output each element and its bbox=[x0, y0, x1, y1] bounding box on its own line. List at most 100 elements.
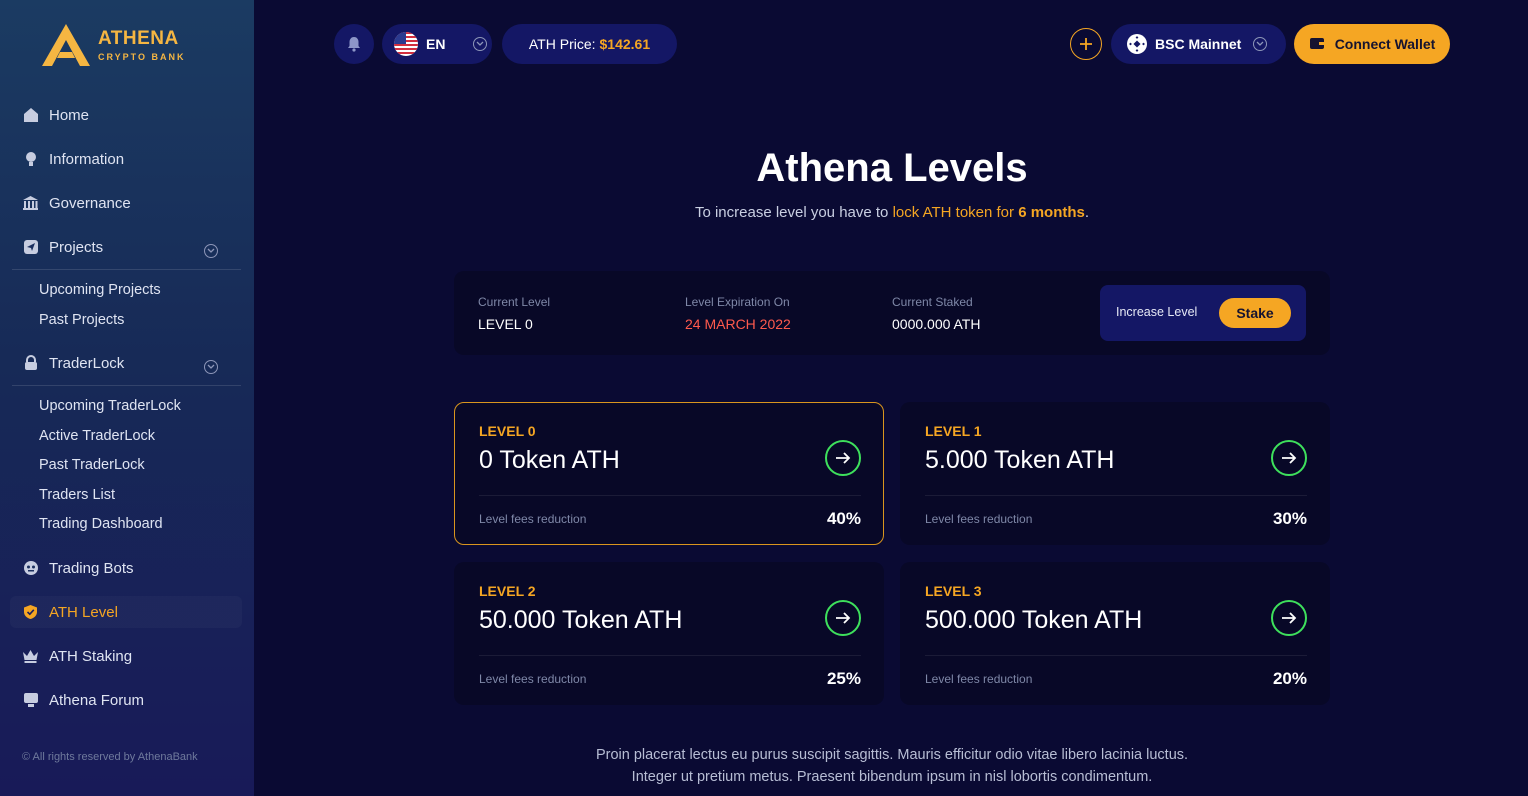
sidebar-item-label: Home bbox=[49, 106, 90, 124]
divider bbox=[479, 655, 861, 656]
page-description: Proin placerat lectus eu purus suscipit … bbox=[454, 744, 1330, 788]
add-token-button[interactable] bbox=[1070, 28, 1102, 60]
sidebar: ATHENA CRYPTO BANK Home Information Gove… bbox=[0, 0, 254, 796]
level-token-amount: 0 Token ATH bbox=[479, 446, 620, 474]
level-name: LEVEL 0 bbox=[479, 423, 536, 439]
level-token-amount: 50.000 Token ATH bbox=[479, 606, 683, 634]
robot-icon bbox=[22, 560, 39, 577]
level-card-0[interactable]: LEVEL 0 0 Token ATH Level fees reduction… bbox=[454, 402, 884, 545]
sidebar-subitem-trading-dashboard[interactable]: Trading Dashboard bbox=[39, 516, 163, 532]
sidebar-item-label: Athena Forum bbox=[49, 691, 145, 709]
lock-icon bbox=[22, 355, 39, 372]
sidebar-item-information[interactable]: Information bbox=[22, 146, 124, 172]
page-title: Athena Levels bbox=[756, 146, 1028, 190]
sidebar-item-governance[interactable]: Governance bbox=[22, 190, 131, 216]
athena-logo-icon bbox=[42, 24, 90, 66]
brand-logo[interactable]: ATHENA CRYPTO BANK bbox=[40, 22, 190, 68]
language-selector[interactable]: EN bbox=[382, 24, 492, 64]
plus-icon bbox=[1080, 38, 1092, 50]
sidebar-subitem-upcoming-traderlock[interactable]: Upcoming TraderLock bbox=[39, 398, 181, 414]
current-level-value: LEVEL 0 bbox=[478, 316, 533, 332]
sidebar-item-trading-bots[interactable]: Trading Bots bbox=[22, 555, 134, 581]
sidebar-item-label: ATH Staking bbox=[49, 647, 133, 665]
wallet-icon bbox=[1309, 36, 1325, 53]
binance-icon bbox=[1127, 34, 1147, 54]
bank-icon bbox=[22, 195, 39, 212]
sidebar-item-home[interactable]: Home bbox=[22, 102, 89, 128]
crown-icon bbox=[22, 648, 39, 665]
fees-value: 30% bbox=[1272, 509, 1307, 528]
level-card-1[interactable]: LEVEL 1 5.000 Token ATH Level fees reduc… bbox=[900, 402, 1330, 545]
level-status-card: Current Level LEVEL 0 Level Expiration O… bbox=[454, 271, 1330, 355]
sidebar-subitem-upcoming-projects[interactable]: Upcoming Projects bbox=[39, 282, 161, 298]
brand-tagline: CRYPTO BANK bbox=[98, 52, 186, 62]
brand-name: ATHENA bbox=[98, 28, 179, 49]
sidebar-item-label: Governance bbox=[49, 194, 131, 212]
connect-wallet-label: Connect Wallet bbox=[1334, 36, 1436, 52]
divider bbox=[925, 495, 1307, 496]
sidebar-item-projects[interactable]: Projects bbox=[22, 234, 103, 260]
sidebar-subitem-past-traderlock[interactable]: Past TraderLock bbox=[39, 457, 145, 473]
chevron-down-icon[interactable] bbox=[204, 360, 218, 374]
fees-value: 40% bbox=[826, 509, 861, 528]
sidebar-item-ath-level[interactable]: ATH Level bbox=[22, 599, 118, 625]
expiration-label: Level Expiration On bbox=[685, 295, 790, 309]
page-subtitle: To increase level you have to lock ATH t… bbox=[454, 204, 1330, 221]
level-token-amount: 500.000 Token ATH bbox=[925, 606, 1143, 634]
sidebar-subitem-active-traderlock[interactable]: Active TraderLock bbox=[39, 428, 155, 444]
stake-button[interactable]: Stake bbox=[1219, 298, 1291, 328]
price-label: ATH Price: bbox=[528, 36, 596, 52]
sidebar-item-label: ATH Level bbox=[49, 603, 118, 621]
description-line: Integer ut pretium metus. Praesent biben… bbox=[631, 769, 1153, 785]
current-level-label: Current Level bbox=[478, 295, 551, 309]
level-token-amount: 5.000 Token ATH bbox=[925, 446, 1115, 474]
sidebar-item-ath-staking[interactable]: ATH Staking bbox=[22, 643, 132, 669]
bell-icon bbox=[348, 37, 360, 52]
sidebar-item-label: Projects bbox=[49, 238, 104, 256]
chevron-down-icon bbox=[1253, 37, 1268, 51]
arrow-right-icon[interactable] bbox=[825, 600, 861, 636]
network-label: BSC Mainnet bbox=[1155, 36, 1242, 52]
current-staked-value: 0000.000 ATH bbox=[892, 316, 981, 332]
arrow-right-icon[interactable] bbox=[1271, 440, 1307, 476]
fees-label: Level fees reduction bbox=[479, 672, 587, 686]
sidebar-item-traderlock[interactable]: TraderLock bbox=[22, 350, 124, 376]
subtitle-highlight: lock ATH token for bbox=[892, 204, 1019, 221]
notifications-button[interactable] bbox=[334, 24, 374, 64]
subtitle-end: . bbox=[1084, 204, 1090, 221]
increase-level-label: Increase Level bbox=[1116, 305, 1198, 319]
fees-label: Level fees reduction bbox=[925, 512, 1033, 526]
sidebar-subitem-past-projects[interactable]: Past Projects bbox=[39, 312, 124, 328]
sidebar-item-label: TraderLock bbox=[49, 354, 125, 372]
divider bbox=[12, 385, 241, 386]
divider bbox=[12, 269, 241, 270]
level-card-2[interactable]: LEVEL 2 50.000 Token ATH Level fees redu… bbox=[454, 562, 884, 705]
level-card-3[interactable]: LEVEL 3 500.000 Token ATH Level fees red… bbox=[900, 562, 1330, 705]
sidebar-item-label: Trading Bots bbox=[49, 559, 134, 577]
fees-value: 25% bbox=[826, 669, 861, 688]
divider bbox=[925, 655, 1307, 656]
description-line: Proin placerat lectus eu purus suscipit … bbox=[595, 747, 1189, 763]
level-name: LEVEL 1 bbox=[925, 423, 982, 439]
fees-label: Level fees reduction bbox=[925, 672, 1033, 686]
increase-level-panel: Increase Level Stake bbox=[1100, 285, 1306, 341]
sidebar-subitem-traders-list[interactable]: Traders List bbox=[39, 487, 115, 503]
network-selector[interactable]: BSC Mainnet bbox=[1111, 24, 1286, 64]
chevron-down-icon[interactable] bbox=[204, 244, 218, 258]
subtitle-text: To increase level you have to bbox=[694, 204, 893, 221]
sidebar-item-athena-forum[interactable]: Athena Forum bbox=[22, 687, 144, 713]
copyright-footer: © All rights reserved by AthenaBank bbox=[22, 751, 198, 763]
divider bbox=[479, 495, 861, 496]
lightbulb-icon bbox=[22, 151, 39, 168]
fees-label: Level fees reduction bbox=[479, 512, 587, 526]
current-staked-label: Current Staked bbox=[892, 295, 973, 309]
arrow-right-icon[interactable] bbox=[1271, 600, 1307, 636]
sidebar-item-label: Information bbox=[49, 150, 125, 168]
shield-check-icon bbox=[22, 604, 39, 621]
subtitle-duration: 6 months bbox=[1018, 204, 1085, 221]
ath-price-display: ATH Price: $142.61 bbox=[502, 24, 677, 64]
monitor-icon bbox=[22, 692, 39, 709]
arrow-right-icon[interactable] bbox=[825, 440, 861, 476]
connect-wallet-button[interactable]: Connect Wallet bbox=[1294, 24, 1450, 64]
chevron-down-icon bbox=[473, 37, 488, 51]
